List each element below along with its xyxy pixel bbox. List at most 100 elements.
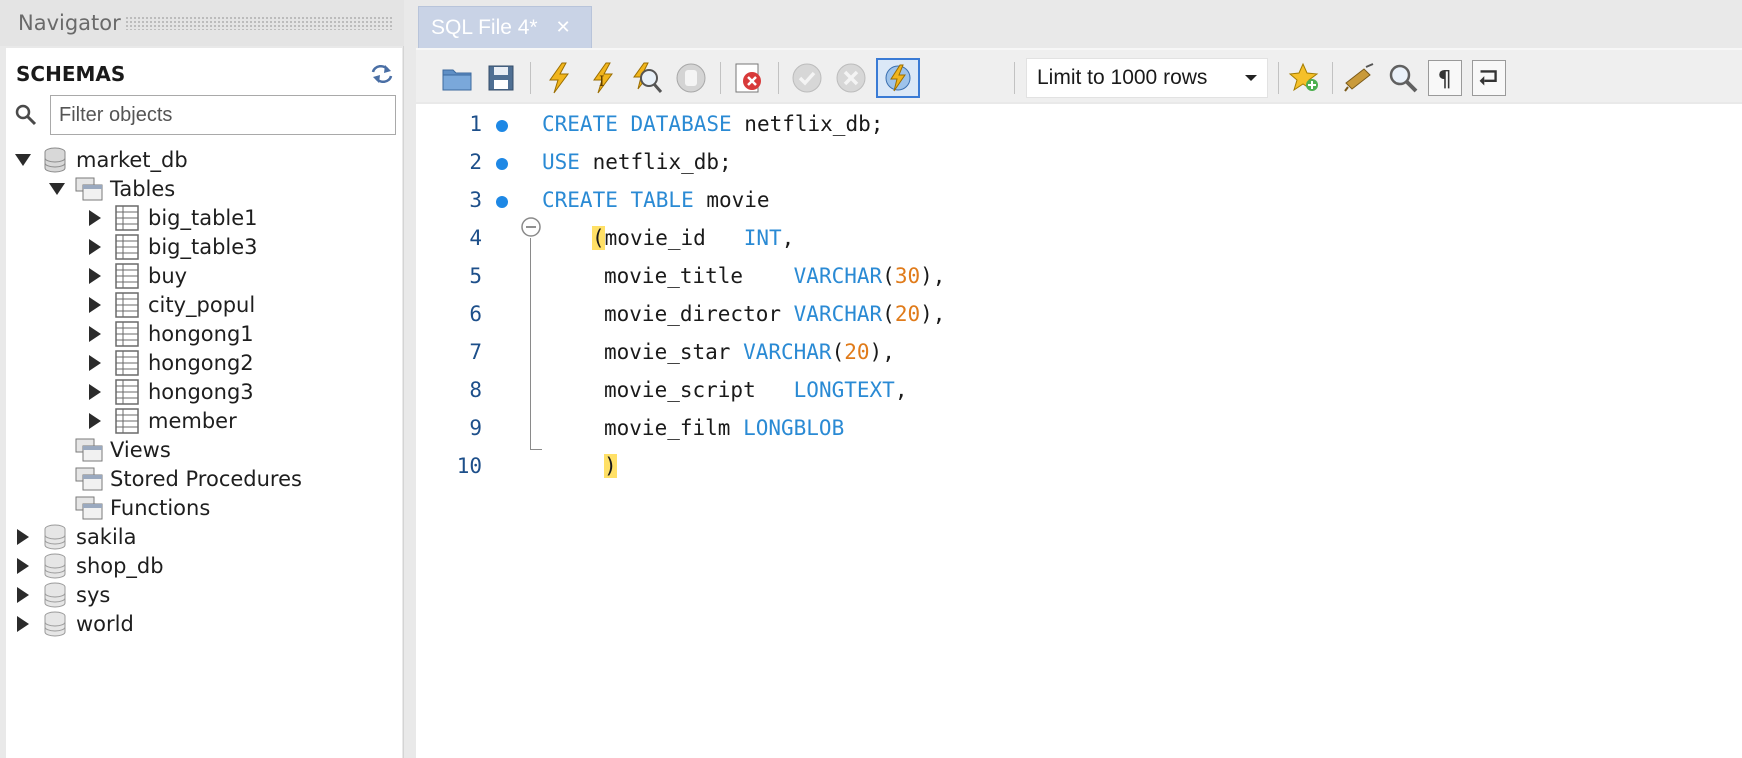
svg-text:I: I [599,74,605,90]
expand-toggle[interactable] [12,587,34,603]
table-icon [115,321,139,347]
execute-button[interactable] [540,60,578,96]
procedures-folder-icon [75,467,103,491]
tab-sql-file[interactable]: SQL File 4* ✕ [418,6,592,48]
code-line: 7 movie_star VARCHAR(20), [416,332,1742,372]
database-icon [44,611,66,637]
autocommit-icon [885,64,911,92]
code-line: 3 CREATE TABLE movie [416,180,1742,220]
sql-editor[interactable]: 1 CREATE DATABASE netflix_db; 2 USE netf… [416,104,1742,758]
panel-grip[interactable] [124,16,394,30]
add-snippet-button[interactable] [1286,60,1324,96]
toggle-error-icon [735,63,761,93]
bookmark-icon [1288,62,1319,92]
fold-guide-line [530,238,542,450]
tree-item-world[interactable]: world [12,608,134,640]
beautify-button[interactable] [1340,60,1378,96]
tree-item-label: big_table3 [148,235,258,259]
stop-icon [676,63,706,93]
expand-toggle[interactable] [84,413,106,429]
expand-toggle[interactable] [12,529,34,545]
filter-objects-input[interactable] [50,95,396,135]
tree-item-shop-db[interactable]: shop_db [12,550,164,582]
line-number: 8 [469,378,482,402]
tree-item-sakila[interactable]: sakila [12,521,137,553]
tree-item-table[interactable]: big_table1 [84,202,258,234]
code-line: 8 movie_script LONGTEXT, [416,370,1742,410]
expand-toggle[interactable] [84,210,106,226]
statement-marker-icon [496,196,508,208]
line-number: 5 [469,264,482,288]
word-wrap-button[interactable] [1472,60,1506,96]
code-line: 1 CREATE DATABASE netflix_db; [416,104,1742,144]
statement-marker-icon [496,120,508,132]
limit-rows-select[interactable]: Limit to 1000 rows [1026,58,1268,98]
line-number: 1 [469,112,482,136]
expand-toggle[interactable] [12,616,34,632]
folder-icon [75,177,103,201]
tree-item-table[interactable]: buy [84,260,187,292]
code-line: 10 ) [416,446,1742,486]
tree-item-functions[interactable]: Functions [46,492,210,524]
tree-item-market-db[interactable]: market_db [12,144,188,176]
table-icon [115,263,139,289]
tree-item-label: hongong3 [148,380,254,404]
invisible-chars-icon: ¶ [1437,66,1451,92]
limit-rows-value: Limit to 1000 rows [1037,66,1208,89]
tree-item-label: sys [76,583,111,607]
expand-toggle[interactable] [84,326,106,342]
line-number: 10 [456,454,482,478]
stop-button[interactable] [672,60,710,96]
rollback-button[interactable] [832,60,870,96]
collapse-toggle[interactable] [12,154,34,166]
explain-button[interactable] [628,60,666,96]
refresh-icon[interactable] [368,62,396,86]
tree-item-sys[interactable]: sys [12,579,110,611]
tree-item-label: world [76,612,134,636]
close-icon[interactable]: ✕ [556,17,571,38]
find-button[interactable] [1384,60,1422,96]
tree-item-table[interactable]: hongong3 [84,376,254,408]
invisible-chars-button[interactable]: ¶ [1428,60,1462,96]
database-icon [44,553,66,579]
tree-item-table[interactable]: big_table3 [84,231,258,263]
collapse-toggle[interactable] [46,183,68,195]
open-file-button[interactable] [438,60,476,96]
tree-item-table[interactable]: city_popul [84,289,255,321]
code-text: (movie_id INT, [592,226,795,250]
expand-toggle[interactable] [84,239,106,255]
tree-item-label: member [148,409,237,433]
rollback-icon [836,63,866,93]
fold-collapse-icon[interactable] [520,216,542,238]
statement-marker-icon [496,158,508,170]
table-icon [115,205,139,231]
search-icon [15,104,37,126]
tree-item-stored-procedures[interactable]: Stored Procedures [46,463,302,495]
table-icon [115,350,139,376]
svg-text:¶: ¶ [1437,66,1451,92]
tree-item-tables[interactable]: Tables [46,173,175,205]
expand-toggle[interactable] [84,355,106,371]
table-icon [115,408,139,434]
code-text: movie_script LONGTEXT, [604,378,908,402]
code-text: CREATE TABLE movie [542,188,770,212]
expand-toggle[interactable] [84,297,106,313]
tree-item-views[interactable]: Views [46,434,171,466]
toggle-error-button[interactable] [730,60,768,96]
autocommit-toggle[interactable] [876,58,920,98]
tree-item-table[interactable]: hongong1 [84,318,254,350]
tree-item-label: shop_db [76,554,164,578]
expand-toggle[interactable] [84,384,106,400]
expand-toggle[interactable] [12,558,34,574]
save-button[interactable] [482,60,520,96]
navigator-title-bar: Navigator [0,0,404,46]
tree-item-label: city_popul [148,293,256,317]
table-icon [115,234,139,260]
commit-button[interactable] [788,60,826,96]
expand-toggle[interactable] [84,268,106,284]
explain-icon [633,62,663,93]
tree-item-table[interactable]: member [84,405,237,437]
execute-current-button[interactable]: I [584,60,622,96]
beautify-icon [1344,63,1374,92]
tree-item-table[interactable]: hongong2 [84,347,254,379]
